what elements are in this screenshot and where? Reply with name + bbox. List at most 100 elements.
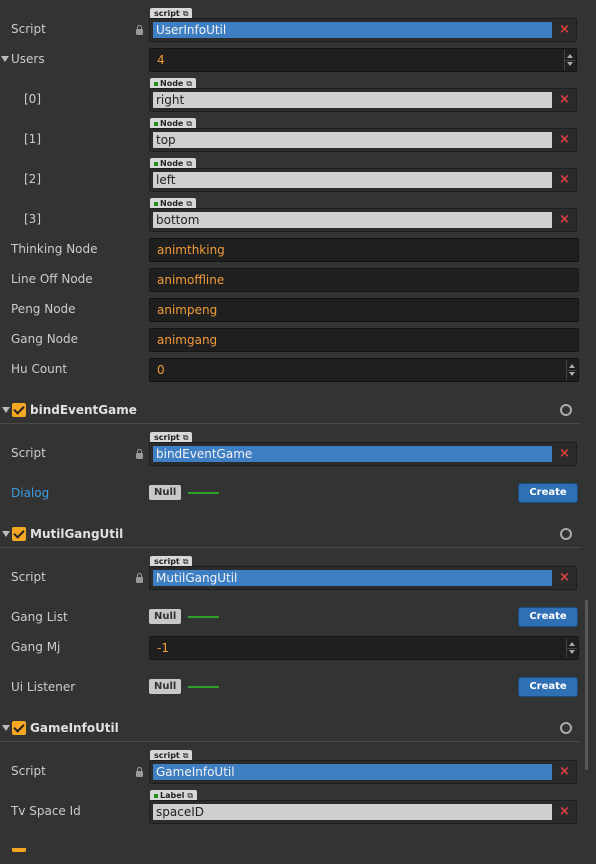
next-component-header-partial[interactable] xyxy=(0,848,580,864)
user-node-field[interactable]: bottom × xyxy=(149,208,577,232)
gang-node-label: Gang Node xyxy=(11,332,79,346)
gang-mj-input[interactable]: -1 xyxy=(149,636,579,660)
user-node-value: bottom xyxy=(153,212,552,228)
enabled-checkbox[interactable] xyxy=(12,403,26,417)
gang-list-label: Gang List xyxy=(11,610,68,624)
remove-icon[interactable]: × xyxy=(553,19,576,41)
external-link-icon[interactable]: ⧉ xyxy=(183,433,189,442)
users-count-stepper[interactable] xyxy=(564,50,575,70)
enabled-checkbox[interactable] xyxy=(12,721,26,735)
thinking-node-label: Thinking Node xyxy=(11,242,98,256)
null-badge[interactable]: Null xyxy=(149,609,182,624)
remove-icon[interactable]: × xyxy=(553,129,576,151)
component-title: bindEventGame xyxy=(30,403,137,417)
component-title: GameInfoUtil xyxy=(30,721,119,735)
null-link-line xyxy=(188,492,219,494)
gang-mj-stepper[interactable] xyxy=(566,638,577,658)
script-field[interactable]: bindEventGame × xyxy=(149,442,577,466)
user-node-value: left xyxy=(153,172,552,188)
users-count-input[interactable]: 4 xyxy=(149,48,577,72)
node-tag-text: Node xyxy=(160,119,184,128)
script-field[interactable]: GameInfoUtil × xyxy=(149,760,577,784)
lock-icon xyxy=(136,767,143,777)
line-off-node-input[interactable]: animoffline xyxy=(149,268,579,292)
hu-count-label: Hu Count xyxy=(11,362,68,376)
peng-node-input[interactable]: animpeng xyxy=(149,298,579,322)
node-tag-text: Node xyxy=(160,159,184,168)
component-header-mutilgangutil[interactable]: MutilGangUtil xyxy=(0,523,580,548)
component-header-bindeventgame[interactable]: bindEventGame xyxy=(0,399,580,424)
thinking-node-input[interactable]: animthking xyxy=(149,238,579,262)
user-node-field[interactable]: left × xyxy=(149,168,577,192)
tv-space-id-value: spaceID xyxy=(153,804,552,820)
node-tag-text: Node xyxy=(160,79,184,88)
script-tag-text: script xyxy=(154,9,180,18)
create-button[interactable]: Create xyxy=(518,677,578,697)
external-link-icon[interactable]: ⧉ xyxy=(186,199,192,208)
script-field[interactable]: UserInfoUtil × xyxy=(149,18,577,42)
external-link-icon[interactable]: ⧉ xyxy=(183,9,189,18)
remove-icon[interactable]: × xyxy=(553,209,576,231)
user-index: [3] xyxy=(24,212,41,226)
external-link-icon[interactable]: ⧉ xyxy=(186,119,192,128)
component-header-gameinfoutil[interactable]: GameInfoUtil xyxy=(0,717,580,742)
user-node-field[interactable]: top × xyxy=(149,128,577,152)
peng-node-label: Peng Node xyxy=(11,302,76,316)
node-tag-text: Node xyxy=(160,199,184,208)
remove-icon[interactable]: × xyxy=(553,443,576,465)
collapse-arrow-icon[interactable] xyxy=(2,407,10,413)
tv-space-id-field[interactable]: spaceID × xyxy=(149,800,577,824)
remove-icon[interactable]: × xyxy=(553,89,576,111)
external-link-icon[interactable]: ⧉ xyxy=(183,557,189,566)
label-tag-text: Label xyxy=(160,791,185,800)
user-index: [2] xyxy=(24,172,41,186)
script-field[interactable]: MutilGangUtil × xyxy=(149,566,577,590)
scrollbar[interactable] xyxy=(585,600,588,770)
create-button[interactable]: Create xyxy=(518,607,578,627)
external-link-icon[interactable]: ⧉ xyxy=(186,159,192,168)
hu-count-input[interactable]: 0 xyxy=(149,358,579,382)
gang-mj-label: Gang Mj xyxy=(11,640,61,654)
users-label: Users xyxy=(11,52,45,66)
remove-icon[interactable]: × xyxy=(553,169,576,191)
user-node-value: right xyxy=(153,92,552,108)
enabled-checkbox[interactable] xyxy=(12,848,26,852)
user-node-value: top xyxy=(153,132,552,148)
null-badge[interactable]: Null xyxy=(149,485,182,500)
gear-icon[interactable] xyxy=(560,722,572,734)
script-tag-text: script xyxy=(154,557,180,566)
remove-icon[interactable]: × xyxy=(553,801,576,823)
null-link-line xyxy=(188,616,219,618)
user-index: [1] xyxy=(24,132,41,146)
users-count-value: 4 xyxy=(157,53,165,67)
lock-icon xyxy=(136,25,143,35)
line-off-node-label: Line Off Node xyxy=(11,272,93,286)
enabled-checkbox[interactable] xyxy=(12,527,26,541)
create-button[interactable]: Create xyxy=(518,483,578,503)
external-link-icon[interactable]: ⧉ xyxy=(187,791,193,800)
hu-count-stepper[interactable] xyxy=(566,360,577,380)
lock-icon xyxy=(136,573,143,583)
remove-icon[interactable]: × xyxy=(553,761,576,783)
script-label: Script xyxy=(11,22,46,36)
user-node-field[interactable]: right × xyxy=(149,88,577,112)
gear-icon[interactable] xyxy=(560,528,572,540)
expand-arrow-icon[interactable] xyxy=(1,56,9,62)
collapse-arrow-icon[interactable] xyxy=(2,531,10,537)
external-link-icon[interactable]: ⧉ xyxy=(186,79,192,88)
collapse-arrow-icon[interactable] xyxy=(2,725,10,731)
gear-icon[interactable] xyxy=(560,404,572,416)
null-badge[interactable]: Null xyxy=(149,679,182,694)
script-label: Script xyxy=(11,764,46,778)
null-link-line xyxy=(188,686,219,688)
script-value: MutilGangUtil xyxy=(153,570,552,586)
dialog-label[interactable]: Dialog xyxy=(11,486,49,500)
remove-icon[interactable]: × xyxy=(553,567,576,589)
script-label: Script xyxy=(11,570,46,584)
script-tag-text: script xyxy=(154,433,180,442)
gang-node-input[interactable]: animgang xyxy=(149,328,579,352)
external-link-icon[interactable]: ⧉ xyxy=(183,751,189,760)
component-title: MutilGangUtil xyxy=(30,527,124,541)
script-tag-text: script xyxy=(154,751,180,760)
script-value: UserInfoUtil xyxy=(153,22,552,38)
